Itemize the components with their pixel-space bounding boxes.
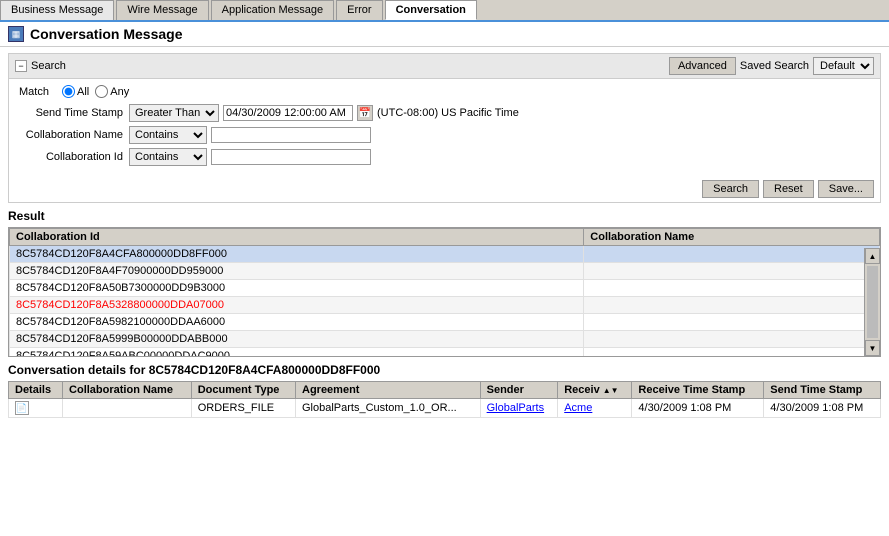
search-label: Search [31, 60, 66, 72]
result-cell-name [584, 348, 880, 358]
send-time-stamp-label: Send Time Stamp [19, 107, 129, 119]
sort-icon: ▲▼ [603, 386, 619, 395]
search-body: Match All Any Send Time Stamp Greater Th… [9, 79, 880, 176]
collaboration-id-label: Collaboration Id [19, 151, 129, 163]
col-collab-name[interactable]: Collaboration Name [63, 382, 192, 399]
details-receive-time: 4/30/2009 1:08 PM [632, 399, 764, 418]
result-section: Result Collaboration Id Collaboration Na… [8, 209, 881, 357]
advanced-button[interactable]: Advanced [669, 57, 736, 75]
page-icon: ▦ [8, 26, 24, 42]
send-time-stamp-controls: Greater Than Less Than Equal To Between … [129, 104, 519, 122]
col-receiver[interactable]: Receiv ▲▼ [558, 382, 632, 399]
calendar-icon[interactable]: 📅 [357, 105, 373, 121]
details-doc-type: ORDERS_FILE [191, 399, 295, 418]
collaboration-id-row: Collaboration Id Contains Equals Starts … [19, 148, 870, 166]
doc-icon[interactable]: 📄 [15, 401, 29, 415]
tab-error[interactable]: Error [336, 0, 382, 20]
col-send-time[interactable]: Send Time Stamp [764, 382, 881, 399]
reset-button[interactable]: Reset [763, 180, 814, 198]
result-cell-id: 8C5784CD120F8A4CFA800000DD8FF000 [10, 246, 584, 263]
result-cell-name [584, 331, 880, 348]
details-sender[interactable]: GlobalParts [480, 399, 558, 418]
col-collaboration-id[interactable]: Collaboration Id [10, 229, 584, 246]
result-cell-id: 8C5784CD120F8A59ABC00000DDAC9000 [10, 348, 584, 358]
collaboration-name-label: Collaboration Name [19, 129, 129, 141]
col-doc-type[interactable]: Document Type [191, 382, 295, 399]
result-row[interactable]: 8C5784CD120F8A5982100000DDAA6000 [10, 314, 880, 331]
result-cell-id: 8C5784CD120F8A50B7300000DD9B3000 [10, 280, 584, 297]
collapse-button[interactable]: − [15, 60, 27, 72]
match-any-radio[interactable]: Any [95, 85, 129, 98]
collaboration-name-controls: Contains Equals Starts With [129, 126, 371, 144]
match-row: Match All Any [19, 85, 870, 98]
result-cell-name [584, 280, 880, 297]
details-title: Conversation details for 8C5784CD120F8A4… [8, 363, 881, 377]
result-cell-name [584, 314, 880, 331]
send-time-stamp-operator[interactable]: Greater Than Less Than Equal To Between [129, 104, 219, 122]
details-section: Conversation details for 8C5784CD120F8A4… [8, 363, 881, 418]
collaboration-id-controls: Contains Equals Starts With [129, 148, 371, 166]
search-action-row: Search Reset Save... [9, 176, 880, 202]
scroll-thumb[interactable] [867, 266, 878, 338]
result-cell-id: 8C5784CD120F8A5999B00000DDABB000 [10, 331, 584, 348]
tab-conversation[interactable]: Conversation [385, 0, 477, 20]
details-send-time: 4/30/2009 1:08 PM [764, 399, 881, 418]
details-icon: 📄 [9, 399, 63, 418]
page-title-bar: ▦ Conversation Message [0, 22, 889, 47]
result-cell-name [584, 246, 880, 263]
search-header-left: − Search [15, 60, 66, 72]
collaboration-id-operator[interactable]: Contains Equals Starts With [129, 148, 207, 166]
match-all-radio[interactable]: All [62, 85, 89, 98]
result-cell-id: 8C5784CD120F8A4F70900000DD959000 [10, 263, 584, 280]
result-cell-id: 8C5784CD120F8A5982100000DDAA6000 [10, 314, 584, 331]
details-row: 📄 ORDERS_FILEGlobalParts_Custom_1.0_OR...… [9, 399, 881, 418]
result-row[interactable]: 8C5784CD120F8A5328800000DDA07000 [10, 297, 880, 314]
match-radio-group: All Any [62, 85, 129, 98]
collaboration-name-value[interactable] [211, 127, 371, 143]
result-cell-name [584, 263, 880, 280]
result-cell-id: 8C5784CD120F8A5328800000DDA07000 [10, 297, 584, 314]
col-receive-time[interactable]: Receive Time Stamp [632, 382, 764, 399]
saved-search-select[interactable]: Default [813, 57, 874, 75]
timezone-text: (UTC-08:00) US Pacific Time [377, 107, 519, 119]
details-table: Details Collaboration Name Document Type… [8, 381, 881, 418]
scroll-up[interactable]: ▲ [865, 248, 880, 264]
send-time-stamp-row: Send Time Stamp Greater Than Less Than E… [19, 104, 870, 122]
search-section: − Search Advanced Saved Search Default M… [8, 53, 881, 203]
collaboration-name-operator[interactable]: Contains Equals Starts With [129, 126, 207, 144]
saved-search-label: Saved Search [740, 60, 809, 72]
scroll-down[interactable]: ▼ [865, 340, 880, 356]
search-header: − Search Advanced Saved Search Default [9, 54, 880, 79]
result-row[interactable]: 8C5784CD120F8A5999B00000DDABB000 [10, 331, 880, 348]
details-receiver[interactable]: Acme [558, 399, 632, 418]
collaboration-id-value[interactable] [211, 149, 371, 165]
collaboration-name-row: Collaboration Name Contains Equals Start… [19, 126, 870, 144]
result-scrollbar[interactable]: ▲ ▼ [864, 248, 880, 356]
result-row[interactable]: 8C5784CD120F8A4CFA800000DD8FF000 [10, 246, 880, 263]
col-sender[interactable]: Sender [480, 382, 558, 399]
tab-wire-message[interactable]: Wire Message [116, 0, 208, 20]
result-table: Collaboration Id Collaboration Name 8C57… [9, 228, 880, 357]
col-details[interactable]: Details [9, 382, 63, 399]
page-title: Conversation Message [30, 26, 183, 42]
save-button[interactable]: Save... [818, 180, 874, 198]
search-header-right: Advanced Saved Search Default [669, 57, 874, 75]
tab-bar: Business Message Wire Message Applicatio… [0, 0, 889, 22]
tab-business-message[interactable]: Business Message [0, 0, 114, 20]
details-collab-name [63, 399, 192, 418]
col-collaboration-name[interactable]: Collaboration Name [584, 229, 880, 246]
result-row[interactable]: 8C5784CD120F8A4F70900000DD959000 [10, 263, 880, 280]
result-table-wrapper: Collaboration Id Collaboration Name 8C57… [8, 227, 881, 357]
result-row[interactable]: 8C5784CD120F8A50B7300000DD9B3000 [10, 280, 880, 297]
tab-application-message[interactable]: Application Message [211, 0, 335, 20]
col-agreement[interactable]: Agreement [296, 382, 481, 399]
result-cell-name [584, 297, 880, 314]
send-time-stamp-value[interactable] [223, 105, 353, 121]
result-row[interactable]: 8C5784CD120F8A59ABC00000DDAC9000 [10, 348, 880, 358]
match-label: Match [19, 86, 54, 98]
search-button[interactable]: Search [702, 180, 759, 198]
result-title: Result [8, 209, 881, 223]
details-agreement: GlobalParts_Custom_1.0_OR... [296, 399, 481, 418]
